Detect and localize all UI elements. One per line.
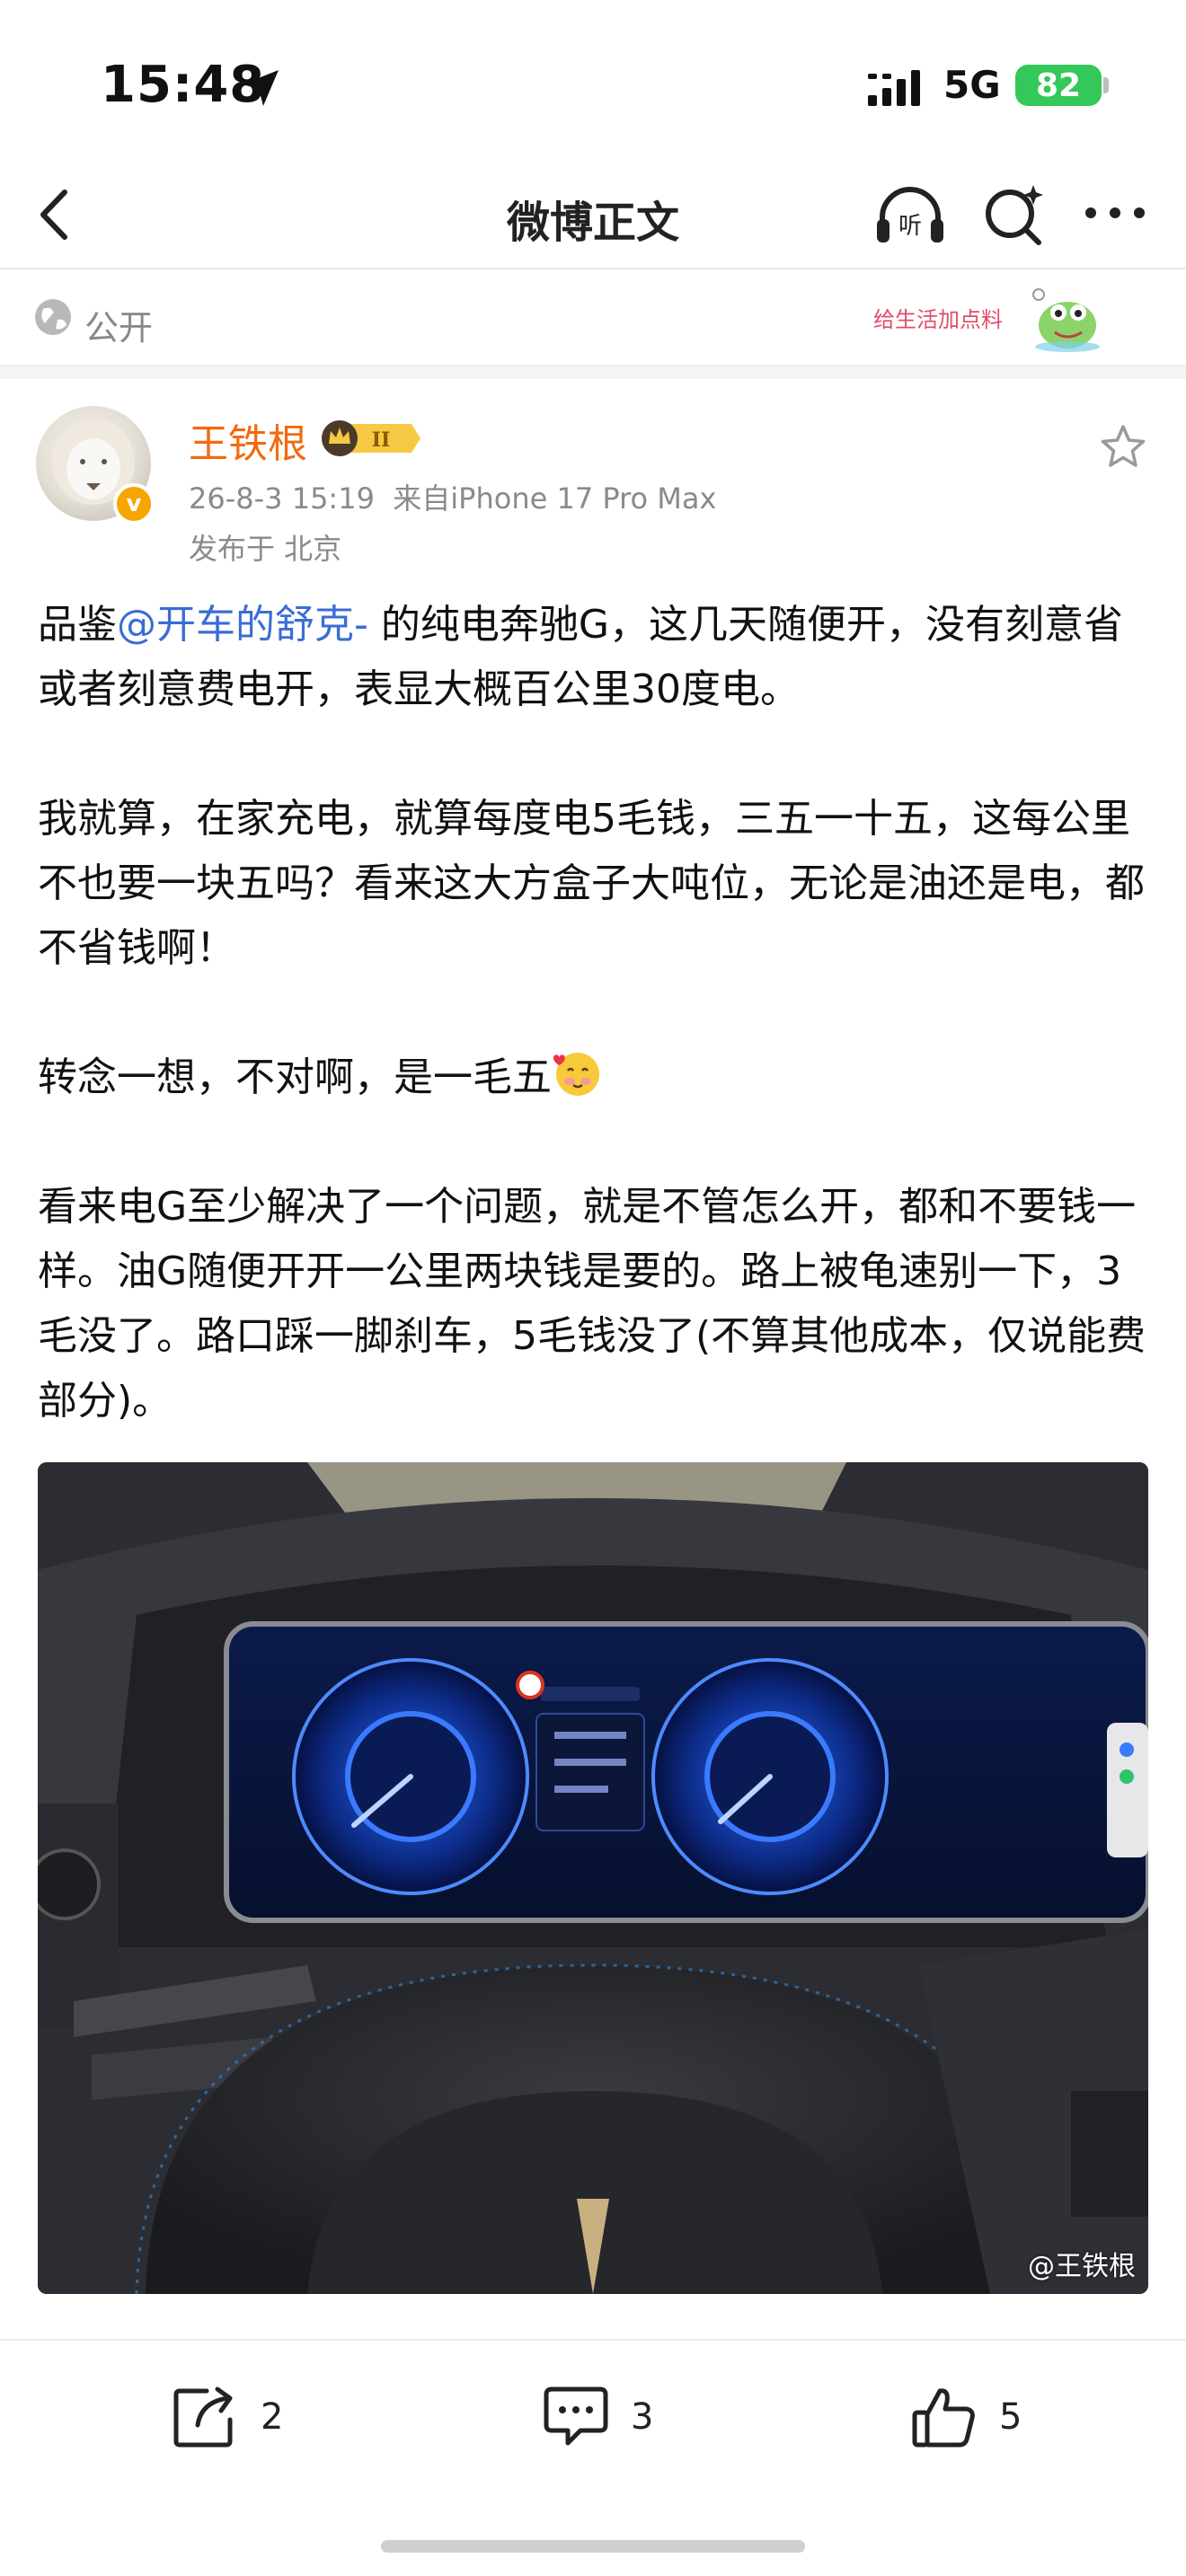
status-bar: 15:48 5G 82 xyxy=(0,0,1186,162)
comment-bubble-icon xyxy=(544,2386,608,2446)
frog-sticker-image: 给生活加点料 xyxy=(873,288,1100,352)
more-options-icon[interactable] xyxy=(1082,189,1148,237)
mention-link[interactable]: @开车的舒克- xyxy=(117,602,368,648)
level-badge-text: II xyxy=(372,428,391,452)
car-dashboard-photo xyxy=(38,1462,1148,2294)
sticker-text: 给生活加点料 xyxy=(873,307,1003,332)
like-count: 5 xyxy=(999,2396,1022,2438)
post-p1-prefix: 品鉴 xyxy=(38,602,117,648)
globe-icon xyxy=(35,299,71,335)
smiling-face-with-hearts-icon xyxy=(553,1053,599,1096)
location-arrow-icon xyxy=(243,70,279,106)
comment-button[interactable]: 3 xyxy=(541,2384,653,2450)
share-icon xyxy=(173,2386,233,2448)
post-location: 发布于 北京 xyxy=(189,532,342,566)
action-bar: 2 3 5 xyxy=(0,2339,1186,2486)
listen-label: 听 xyxy=(898,213,922,240)
image-watermark: @王铁根 xyxy=(1028,2251,1136,2282)
visibility-label: 公开 xyxy=(84,308,154,348)
post-paragraph-1: 品鉴@开车的舒克- 的纯电奔驰G，这几天随便开，没有刻意省或者刻意费电开，表显大… xyxy=(38,593,1152,722)
post-p3-text: 转念一想，不对啊，是一毛五 xyxy=(38,1054,552,1100)
battery-cap xyxy=(1103,77,1109,93)
like-button[interactable]: 5 xyxy=(909,2384,1022,2450)
verified-badge: v xyxy=(113,483,155,525)
post-meta: 26-8-3 15:19 来自iPhone 17 Pro Max xyxy=(189,476,716,517)
visibility-row: 公开 给生活加点料 xyxy=(0,269,1186,366)
repost-button[interactable]: 2 xyxy=(171,2384,283,2450)
post-paragraph-4: 看来电G至少解决了一个问题，就是不管怎么开，都和不要钱一样。油G随便开开一公里两… xyxy=(38,1184,1146,1424)
post-timestamp: 26-8-3 15:19 xyxy=(189,481,375,516)
section-divider xyxy=(0,366,1186,379)
post-image[interactable]: @王铁根 xyxy=(38,1462,1148,2294)
post-source: 来自iPhone 17 Pro Max xyxy=(393,481,717,516)
favorite-star-icon[interactable] xyxy=(1098,422,1148,472)
repost-count: 2 xyxy=(261,2396,284,2438)
battery-indicator: 82 xyxy=(1015,65,1102,106)
network-type: 5G xyxy=(943,63,1001,107)
comment-count: 3 xyxy=(631,2396,654,2438)
listen-headphones-icon[interactable]: 听 xyxy=(873,178,947,251)
cellular-signal-icon xyxy=(868,70,920,106)
search-sparkle-icon[interactable] xyxy=(981,181,1048,248)
post-paragraph-2: 我就算，在家充电，就算每度电5毛钱，三五一十五，这每公里不也要一块五吗？看来这大… xyxy=(38,796,1145,971)
thumbs-up-icon xyxy=(912,2388,975,2448)
navigation-bar: 微博正文 听 xyxy=(0,162,1186,269)
member-level-crown-icon: II xyxy=(322,420,420,456)
post-body: 品鉴@开车的舒克- 的纯电奔驰G，这几天随便开，没有刻意省或者刻意费电开，表显大… xyxy=(38,593,1152,1434)
home-indicator[interactable] xyxy=(381,2540,805,2553)
author-name[interactable]: 王铁根 xyxy=(189,411,307,469)
post-paragraph-3: 转念一想，不对啊，是一毛五 xyxy=(38,1045,1152,1110)
